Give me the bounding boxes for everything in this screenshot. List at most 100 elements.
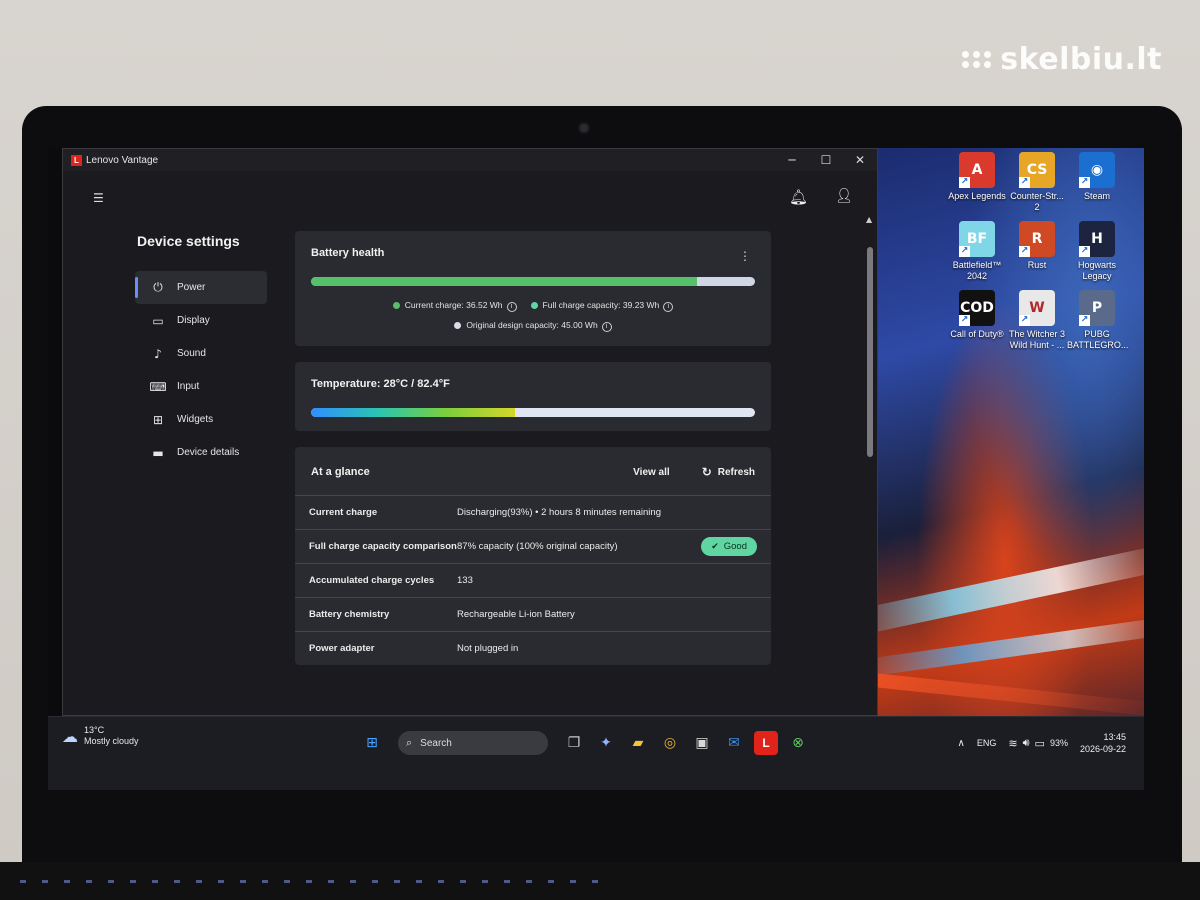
maximize-button[interactable]: ☐ (809, 149, 843, 171)
desktop-shortcut-label: Call of Duty® (950, 329, 1004, 339)
laptop-icon: ▬ (152, 445, 164, 460)
sidebar-item-display[interactable]: ▭ Display (135, 304, 267, 337)
gray-dot-icon (454, 322, 462, 329)
desktop-shortcut[interactable]: COD Call of Duty® (948, 290, 1006, 351)
view-all-link[interactable]: View all (633, 467, 670, 478)
menu-collapse-icon[interactable]: ☰ (93, 191, 104, 205)
temperature-title: Temperature: 28°C / 82.4°F (311, 378, 755, 390)
desktop-shortcut[interactable]: A Apex Legends (948, 152, 1006, 213)
table-row: Full charge capacity comparison 87% capa… (295, 529, 771, 563)
table-row: Battery chemistry Rechargeable Li-ion Ba… (295, 597, 771, 631)
widgets-icon: ⊞ (152, 412, 164, 427)
lenovo-vantage-window: L Lenovo Vantage ─ ☐ ✕ ☰ 🔔︎ 👤︎ Device se… (62, 148, 878, 725)
sidebar-item-power[interactable]: ⏻ Power (135, 271, 267, 304)
desktop-shortcut[interactable]: W The Witcher 3 Wild Hunt - ... (1008, 290, 1066, 351)
info-icon[interactable]: i (601, 322, 612, 332)
language-indicator[interactable]: ENG (977, 738, 997, 748)
row-value: 133 (457, 575, 473, 586)
sidebar-item-sound[interactable]: ♪ Sound (135, 337, 267, 370)
pubg-icon: P (1079, 290, 1115, 326)
table-row: Power adapter Not plugged in (295, 631, 771, 665)
windows-start-icon[interactable]: ⊞ (360, 731, 384, 755)
temperature-bar-fill (311, 408, 516, 417)
info-icon[interactable]: i (506, 302, 517, 312)
volume-icon: 🔊︎ (1022, 736, 1030, 749)
desktop-shortcut[interactable]: BF Battlefield™ 2042 (948, 221, 1006, 282)
sidebar-item-widgets[interactable]: ⊞ Widgets (135, 403, 267, 436)
clock[interactable]: 13:45 2026-09-22 (1080, 731, 1126, 755)
check-circle-icon: ✔ (711, 541, 719, 552)
screen: AApex LegendsCSCounter-Str... 2◉SteamBFB… (48, 148, 1144, 790)
chrome-icon[interactable]: ◎ (658, 731, 682, 755)
taskbar-search[interactable]: ⌕ Search (398, 731, 548, 755)
battery-health-bar (311, 277, 755, 286)
row-value: 87% capacity (100% original capacity) (457, 541, 618, 552)
desktop-shortcut[interactable]: R Rust (1008, 221, 1066, 282)
chevron-up-icon[interactable]: ∧ (958, 738, 965, 749)
account-icon[interactable]: 👤︎ (835, 188, 853, 204)
close-button[interactable]: ✕ (843, 149, 877, 171)
more-options-icon[interactable]: ⋮ (739, 249, 751, 263)
row-key: Accumulated charge cycles (309, 575, 435, 586)
temperature-value: 28°C / 82.4°F (383, 378, 450, 390)
hogwarts-icon: H (1079, 221, 1115, 257)
rust-icon: R (1019, 221, 1055, 257)
sidebar-item-input[interactable]: ⌨ Input (135, 370, 267, 403)
sidebar-item-device-details[interactable]: ▬ Device details (135, 436, 267, 469)
vantage-taskbar-icon[interactable]: L (754, 731, 778, 755)
row-value: Rechargeable Li-ion Battery (457, 609, 575, 620)
temperature-label: Temperature: (311, 378, 381, 390)
taskbar: ☁ 13°C Mostly cloudy ⊞ ⌕ Search ❐ ✦ ▰ ◎ … (48, 716, 1144, 790)
app-header: ☰ 🔔︎ 👤︎ (63, 171, 877, 221)
current-charge-legend: Current charge: 36.52 Wh i (392, 300, 517, 312)
desktop-shortcut[interactable]: P PUBG BATTLEGRO... (1067, 290, 1128, 351)
status-badge: ✔ Good (701, 537, 757, 556)
clock-time: 13:45 (1103, 732, 1126, 742)
battery-health-title: Battery health (311, 247, 385, 259)
refresh-button[interactable]: ↻ Refresh (702, 465, 755, 479)
desktop-shortcut-label: Apex Legends (948, 191, 1006, 201)
desktop-shortcut-label: The Witcher 3 Wild Hunt - ... (1008, 329, 1066, 350)
current-charge-value: 36.52 Wh (466, 300, 503, 310)
row-key: Power adapter (309, 643, 375, 654)
task-view-icon[interactable]: ❐ (562, 731, 586, 755)
sidebar-item-label: Sound (177, 348, 206, 359)
battery-percent: 93% (1049, 738, 1068, 748)
xbox-icon[interactable]: ⊗ (786, 731, 810, 755)
desktop-shortcut[interactable]: CS Counter-Str... 2 (1008, 152, 1066, 213)
full-capacity-label: Full charge capacity: (542, 300, 621, 310)
monitor-icon: ▭ (152, 313, 164, 328)
file-explorer-icon[interactable]: ▰ (626, 731, 650, 755)
info-icon[interactable]: i (663, 302, 674, 312)
sidebar-item-label: Input (177, 381, 200, 392)
watermark-text: skelbiu.lt (1000, 42, 1162, 77)
system-tray: ∧ ENG ≋ 🔊︎ ▭ 93% 13:45 2026-09-22 (958, 731, 1126, 755)
window-title: Lenovo Vantage (86, 154, 159, 166)
scrollbar[interactable]: ▲ ▼ (866, 215, 873, 725)
table-row: Accumulated charge cycles 133 (295, 563, 771, 597)
watermark: skelbiu.lt (962, 42, 1162, 77)
copilot-icon[interactable]: ✦ (594, 731, 618, 755)
at-a-glance-title: At a glance (311, 466, 370, 478)
store-icon[interactable]: ▣ (690, 731, 714, 755)
full-capacity-legend: Full charge capacity: 39.23 Wh i (530, 300, 674, 312)
battery-health-card: Battery health ⋮ Current charge: 36.52 W… (295, 231, 771, 346)
scroll-up-icon[interactable]: ▲ (866, 215, 872, 224)
teal-dot-icon (530, 302, 538, 309)
minimize-button[interactable]: ─ (775, 149, 809, 171)
wifi-icon: ≋ (1008, 736, 1018, 750)
sidebar-item-label: Widgets (177, 414, 214, 425)
quick-settings[interactable]: ≋ 🔊︎ ▭ 93% (1008, 736, 1068, 750)
temperature-card: Temperature: 28°C / 82.4°F (295, 362, 771, 431)
mail-icon[interactable]: ✉ (722, 731, 746, 755)
temperature-bar (311, 408, 755, 417)
notification-bell-icon[interactable]: 🔔︎ (789, 188, 808, 206)
desktop-shortcut-label: Hogwarts Legacy (1077, 260, 1116, 281)
battlefield-icon: BF (959, 221, 995, 257)
weather-widget[interactable]: ☁ 13°C Mostly cloudy (62, 725, 139, 747)
desktop-shortcut[interactable]: ◉ Steam (1068, 152, 1126, 213)
scrollbar-thumb[interactable] (867, 247, 873, 457)
design-capacity-label: Original design capacity: (466, 320, 559, 330)
watermark-logo-icon (962, 51, 992, 68)
desktop-shortcut[interactable]: H Hogwarts Legacy (1068, 221, 1126, 282)
